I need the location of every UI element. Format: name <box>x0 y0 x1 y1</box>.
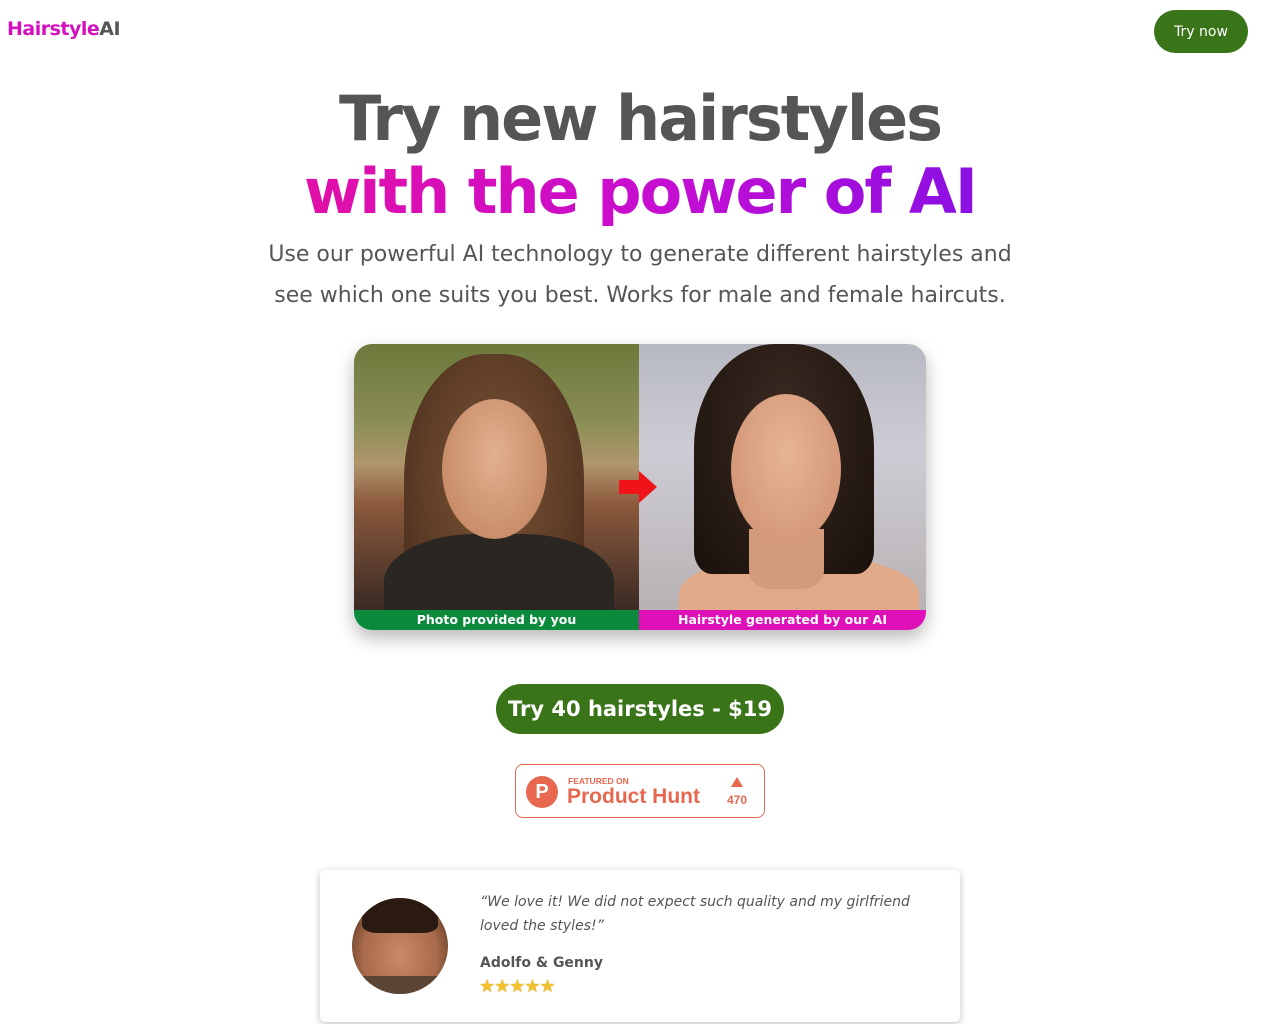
testimonial-author: Adolfo & Genny <box>480 955 603 971</box>
arrow-right-icon <box>619 471 657 503</box>
avatar <box>352 898 448 994</box>
before-after-image: Photo provided by you Hairstyle generate… <box>354 344 926 630</box>
before-face <box>442 399 547 539</box>
product-hunt-name: Product Hunt <box>567 785 700 808</box>
testimonial-card: “We love it! We did not expect such qual… <box>320 870 960 1022</box>
hero-subtitle: Use our powerful AI technology to genera… <box>268 242 1012 308</box>
after-face <box>731 394 841 544</box>
logo-text-ai: AI <box>99 18 121 40</box>
product-hunt-logo-icon: P <box>526 776 558 808</box>
star-rating-icon: ★★★★★ <box>479 976 556 996</box>
hero-title-gradient-text: with the power of AI <box>304 155 978 228</box>
logo[interactable]: HairstyleAI <box>7 18 121 40</box>
testimonial-quote: “We love it! We did not expect such qual… <box>480 894 910 934</box>
product-hunt-badge[interactable]: P FEATURED ON Product Hunt 470 <box>515 764 765 818</box>
before-photo <box>354 344 639 630</box>
avatar-hair <box>362 898 438 933</box>
avatar-shirt <box>352 976 448 994</box>
upvote-triangle-icon <box>731 777 743 787</box>
logo-text-hairstyle: Hairstyle <box>7 18 100 40</box>
try-now-button[interactable]: Try now <box>1154 10 1248 53</box>
product-hunt-upvote-count: 470 <box>726 793 748 807</box>
after-label: Hairstyle generated by our AI <box>639 610 926 630</box>
try-hairstyles-button[interactable]: Try 40 hairstyles - $19 <box>496 684 784 734</box>
hero-title-line1: Try new hairstyles <box>338 82 943 155</box>
hero-title-line2: with the power of AI <box>0 155 1280 228</box>
after-photo <box>639 344 926 630</box>
before-label: Photo provided by you <box>354 610 639 630</box>
